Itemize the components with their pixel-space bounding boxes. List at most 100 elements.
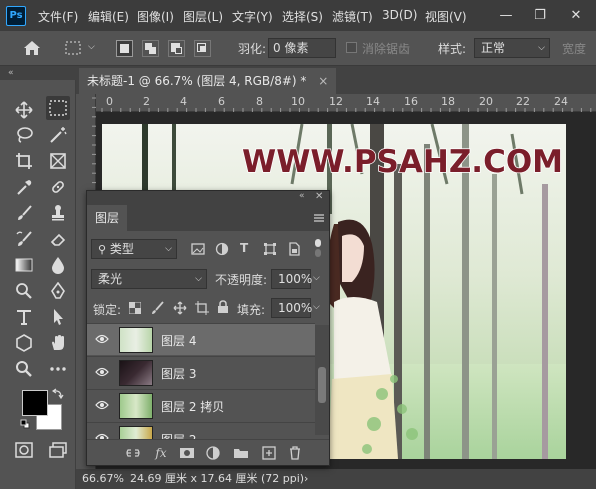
filter-adjustment-icon[interactable]	[215, 242, 229, 256]
default-colors-icon[interactable]	[20, 419, 30, 429]
zoom-level[interactable]: 66.67%	[82, 469, 124, 489]
blend-mode-value: 柔光	[98, 272, 123, 286]
add-selection-button[interactable]	[142, 40, 159, 57]
panel-menu-icon[interactable]	[313, 213, 325, 223]
filter-type-icon[interactable]: T	[240, 241, 248, 255]
adjustment-layer-icon[interactable]	[205, 445, 221, 461]
menu-select[interactable]: 选择(S)	[282, 8, 323, 25]
antialias-checkbox[interactable]	[346, 42, 357, 53]
layer-name[interactable]: 图层 2	[161, 431, 196, 439]
swap-colors-icon[interactable]	[52, 388, 64, 400]
restore-button[interactable]: ❐	[530, 6, 550, 26]
ruler-label: 14	[366, 95, 380, 108]
new-layer-icon[interactable]	[261, 445, 277, 461]
filter-toggle[interactable]	[313, 239, 323, 259]
panel-title-bar[interactable]: « ✕	[87, 191, 329, 205]
more-tools-icon[interactable]	[46, 357, 70, 381]
dodge-tool-icon[interactable]	[12, 279, 36, 303]
menu-file[interactable]: 文件(F)	[38, 8, 78, 25]
gradient-tool-icon[interactable]	[12, 253, 36, 277]
close-window-button[interactable]: ✕	[566, 6, 586, 26]
menu-image[interactable]: 图像(I)	[137, 8, 174, 25]
menu-layer[interactable]: 图层(L)	[183, 8, 223, 25]
lasso-tool-icon[interactable]	[12, 123, 36, 147]
menu-type[interactable]: 文字(Y)	[232, 8, 273, 25]
clone-stamp-tool-icon[interactable]	[46, 201, 70, 225]
lock-transparent-icon[interactable]	[129, 302, 141, 314]
visibility-eye-icon[interactable]	[95, 367, 109, 377]
crop-tool-icon[interactable]	[12, 149, 36, 173]
chevron-down-icon[interactable]: ⌵	[88, 42, 95, 52]
close-panel-icon[interactable]: ✕	[315, 191, 323, 202]
opacity-chevron-icon[interactable]: ⌵	[313, 273, 320, 283]
quick-mask-icon[interactable]	[12, 438, 36, 462]
foreground-color-swatch[interactable]	[22, 390, 48, 416]
type-tool-icon[interactable]	[12, 305, 36, 329]
eyedropper-tool-icon[interactable]	[12, 175, 36, 199]
visibility-eye-icon[interactable]	[95, 334, 109, 344]
menu-filter[interactable]: 滤镜(T)	[332, 8, 373, 25]
status-more-arrow-icon[interactable]: ›	[304, 469, 308, 489]
layers-scrollbar[interactable]	[315, 325, 329, 435]
filter-type-select[interactable]: ⚲ 类型 ⌵	[91, 239, 177, 259]
menu-view[interactable]: 视图(V)	[425, 8, 467, 25]
link-layers-icon[interactable]	[125, 445, 141, 461]
rect-marquee-tool-icon[interactable]	[46, 96, 70, 120]
eraser-tool-icon[interactable]	[46, 227, 70, 251]
filter-smart-object-icon[interactable]	[287, 242, 301, 256]
minimize-button[interactable]: —	[496, 6, 516, 26]
zoom-tool-icon[interactable]	[12, 357, 36, 381]
close-tab-icon[interactable]: ×	[318, 74, 328, 88]
add-mask-icon[interactable]	[179, 445, 195, 461]
fill-chevron-icon[interactable]: ⌵	[313, 302, 320, 312]
blur-tool-icon[interactable]	[46, 253, 70, 277]
feather-input[interactable]: 0 像素	[268, 38, 336, 58]
layer-name[interactable]: 图层 4	[161, 332, 196, 349]
scrollbar-thumb[interactable]	[318, 367, 326, 403]
horizontal-ruler[interactable]: 0 2 4 6 8 10 12 14 16 18 20 22 24	[96, 94, 596, 112]
width-label: 宽度	[562, 42, 587, 56]
document-tab[interactable]: 未标题-1 @ 66.7% (图层 4, RGB/8#) * ×	[79, 68, 337, 94]
home-icon[interactable]	[23, 40, 41, 56]
brush-tool-icon[interactable]	[12, 201, 36, 225]
menu-edit[interactable]: 编辑(E)	[88, 8, 129, 25]
style-select[interactable]: 正常 ⌵	[474, 38, 550, 58]
lock-position-icon[interactable]	[173, 301, 187, 315]
shape-tool-icon[interactable]	[12, 331, 36, 355]
hand-tool-icon[interactable]	[46, 331, 70, 355]
marquee-tool-preset-icon[interactable]	[65, 41, 81, 55]
visibility-eye-icon[interactable]	[95, 400, 109, 410]
lock-artboard-icon[interactable]	[195, 301, 209, 315]
magic-wand-tool-icon[interactable]	[46, 123, 70, 147]
layer-row[interactable]: 图层 4	[87, 323, 315, 355]
lock-pixels-icon[interactable]	[151, 301, 165, 315]
screen-mode-icon[interactable]	[46, 438, 70, 462]
history-brush-tool-icon[interactable]	[12, 227, 36, 251]
healing-brush-tool-icon[interactable]	[46, 175, 70, 199]
layer-name[interactable]: 图层 2 拷贝	[161, 398, 224, 415]
frame-tool-icon[interactable]	[46, 149, 70, 173]
layers-tab[interactable]: 图层	[87, 205, 128, 231]
filter-shape-icon[interactable]	[263, 242, 277, 256]
lock-all-icon[interactable]	[217, 300, 229, 314]
blend-mode-select[interactable]: 柔光 ⌵	[91, 269, 207, 289]
collapse-panel-icon[interactable]: «	[299, 191, 305, 201]
subtract-selection-button[interactable]	[168, 40, 185, 57]
fx-icon[interactable]: fx	[153, 445, 169, 461]
collapse-arrows-icon[interactable]: «	[0, 66, 76, 80]
fill-input[interactable]: 100%	[271, 298, 312, 318]
move-tool-icon[interactable]	[12, 98, 36, 122]
layer-row[interactable]: 图层 2 拷贝	[87, 389, 315, 421]
menu-3d[interactable]: 3D(D)	[382, 8, 417, 22]
new-selection-button[interactable]	[116, 40, 133, 57]
layer-row[interactable]: 图层 3	[87, 356, 315, 388]
opacity-input[interactable]: 100%	[271, 269, 312, 289]
pen-tool-icon[interactable]	[46, 279, 70, 303]
filter-pixel-icon[interactable]	[191, 242, 205, 256]
layer-row[interactable]: 图层 2	[87, 422, 315, 439]
trash-icon[interactable]	[287, 445, 303, 461]
intersect-selection-button[interactable]	[194, 40, 211, 57]
layer-name[interactable]: 图层 3	[161, 365, 196, 382]
folder-icon[interactable]	[233, 445, 249, 461]
path-selection-tool-icon[interactable]	[46, 305, 70, 329]
